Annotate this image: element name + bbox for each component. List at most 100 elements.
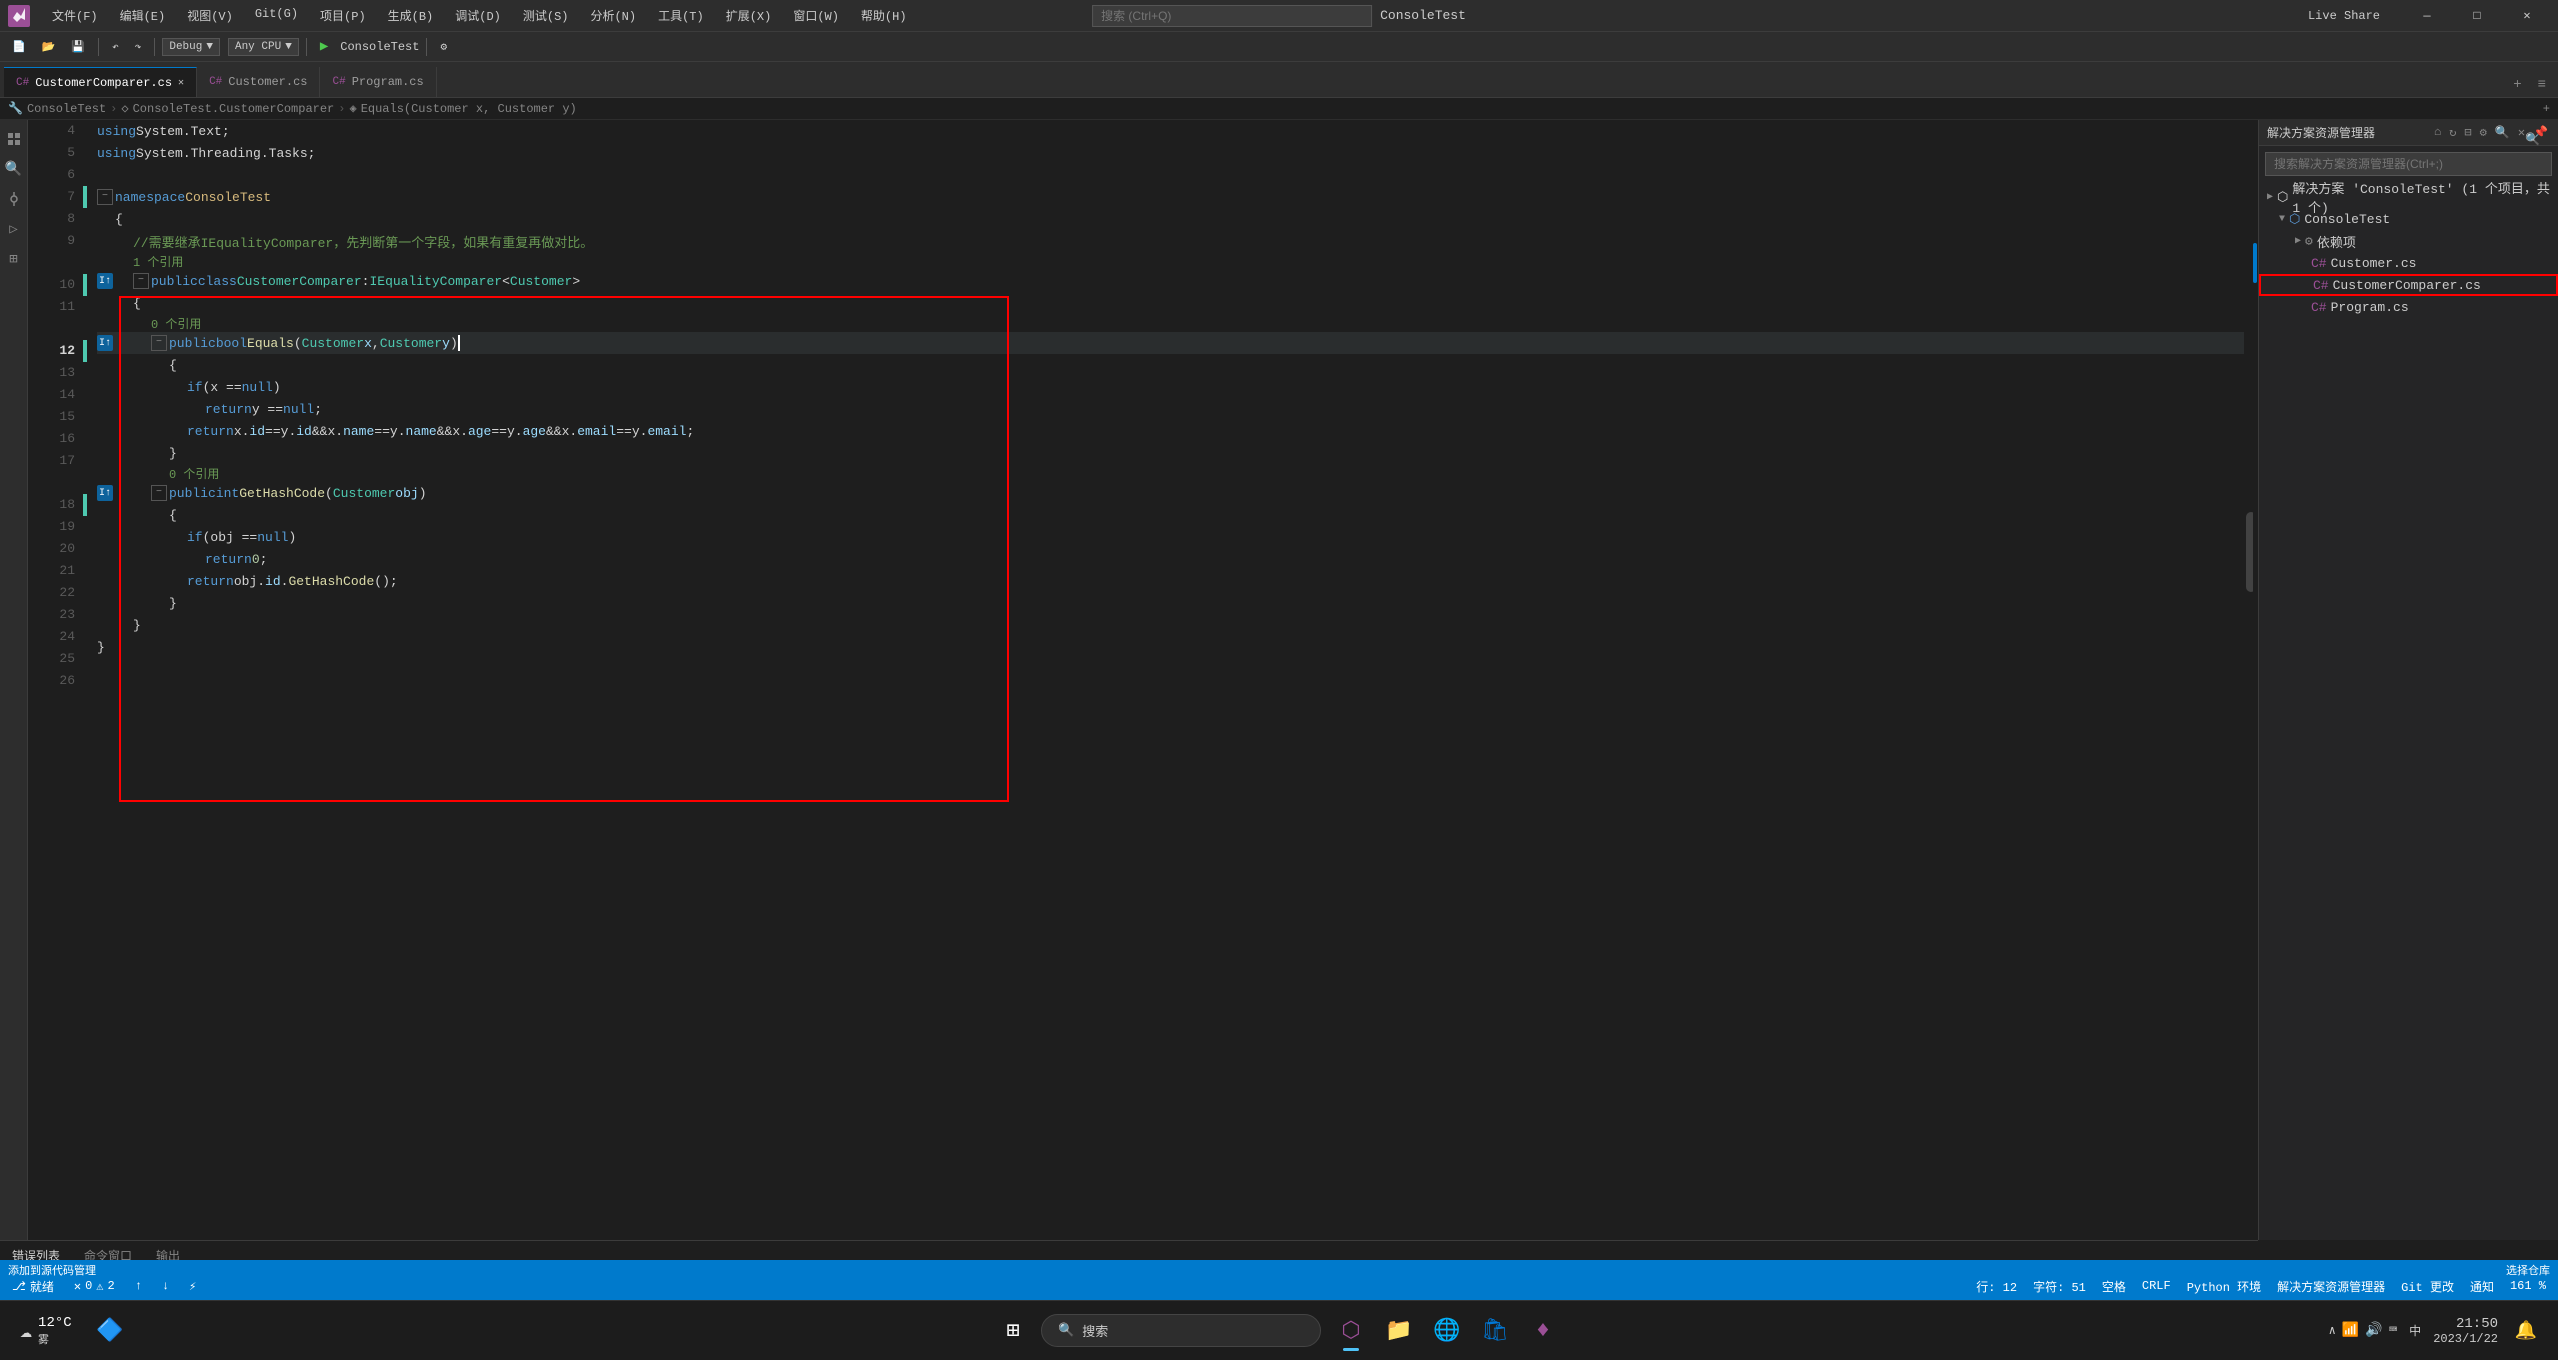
fold-18[interactable]: − [151, 485, 167, 501]
sidebar-explorer-icon[interactable] [3, 128, 25, 150]
select-repo-label[interactable]: 选择仓库 [2506, 1262, 2550, 1278]
menu-window[interactable]: 窗口(W) [783, 3, 849, 28]
taskbar-app-store[interactable]: 🛍 [1473, 1309, 1517, 1353]
current-date: 2023/1/22 [2433, 1332, 2498, 1346]
method-equals12: Equals [247, 336, 294, 351]
status-right: 行: 12 字符: 51 空格 CRLF Python 环境 解决方案资源管理器… [1972, 1278, 2550, 1295]
tree-file-customer-comparer[interactable]: C# CustomerComparer.cs [2259, 274, 2558, 296]
toolbar-more[interactable]: ⚙ [434, 38, 453, 56]
panel-icon-home[interactable]: ⌂ [2432, 123, 2443, 142]
menu-file[interactable]: 文件(F) [42, 3, 108, 28]
fold-12[interactable]: − [151, 335, 167, 351]
solution-search-input[interactable] [2265, 152, 2552, 176]
panel-icon-settings[interactable]: ⚙ [2478, 123, 2489, 142]
sidebar-search-icon[interactable]: 🔍 [3, 158, 25, 180]
menu-build[interactable]: 生成(B) [378, 3, 444, 28]
minimize-btn[interactable]: — [2404, 0, 2450, 32]
network-icon[interactable]: 📶 [2342, 1322, 2359, 1339]
breadcrumb-method[interactable]: Equals(Customer x, Customer y) [361, 102, 577, 116]
op16c: == [491, 424, 507, 439]
menu-edit[interactable]: 编辑(E) [110, 3, 176, 28]
menu-help[interactable]: 帮助(H) [851, 3, 917, 28]
status-git[interactable]: Git 更改 [2397, 1278, 2458, 1295]
tab-options-btn[interactable]: ≡ [2530, 77, 2554, 93]
status-line-ending[interactable]: CRLF [2138, 1279, 2175, 1293]
taskbar-tox-icon[interactable]: 🔷 [88, 1309, 132, 1353]
taskbar-search-box[interactable]: 🔍 搜索 [1041, 1314, 1321, 1347]
sidebar-debug-icon[interactable]: ▷ [3, 218, 25, 240]
sidebar-git-icon[interactable] [3, 188, 25, 210]
tree-file-customer[interactable]: C# Customer.cs [2259, 252, 2558, 274]
menu-git[interactable]: Git(G) [245, 3, 308, 28]
status-sol-exp[interactable]: 解决方案资源管理器 [2273, 1278, 2389, 1295]
taskbar-apps: ⬡ 📁 🌐 🛍 ♦ [1329, 1309, 1565, 1353]
menu-extend[interactable]: 扩展(X) [716, 3, 782, 28]
tree-file-program[interactable]: C# Program.cs [2259, 296, 2558, 318]
taskbar-app-explorer[interactable]: 📁 [1377, 1309, 1421, 1353]
breadcrumb-expand-btn[interactable]: + [2543, 102, 2550, 116]
taskbar-app-extra[interactable]: ♦ [1521, 1309, 1565, 1353]
volume-icon[interactable]: 🔊 [2365, 1322, 2382, 1339]
tab-program[interactable]: C# Program.cs [320, 67, 436, 97]
status-line[interactable]: 行: 12 [1972, 1278, 2021, 1295]
line-num-5: 5 [36, 142, 75, 164]
live-share-btn[interactable]: Live Share [2308, 9, 2380, 23]
add-tab-btn[interactable]: + [2505, 77, 2529, 93]
run-button[interactable]: ▶ [314, 36, 334, 57]
status-up-arrow[interactable]: ↑ [131, 1279, 146, 1293]
tab-customer-comparer[interactable]: C# CustomerComparer.cs ✕ [4, 67, 197, 97]
status-down-arrow[interactable]: ↓ [158, 1279, 173, 1293]
taskbar-app-edge[interactable]: 🌐 [1425, 1309, 1469, 1353]
breadcrumb-project[interactable]: ConsoleTest [27, 102, 106, 116]
right-scroll-thumb[interactable] [2253, 243, 2257, 283]
menu-project[interactable]: 项目(P) [310, 3, 376, 28]
status-errors[interactable]: ✕ 0 ⚠ 2 [70, 1279, 119, 1294]
toolbar-save[interactable]: 💾 [65, 38, 91, 56]
taskbar-app-vs[interactable]: ⬡ [1329, 1309, 1373, 1353]
tree-dep[interactable]: ▶ ⚙ 依赖项 [2259, 230, 2558, 252]
menu-debug[interactable]: 调试(D) [445, 3, 511, 28]
breadcrumb-class[interactable]: ConsoleTest.CustomerComparer [133, 102, 335, 116]
code-area[interactable]: using System.Text; using System.Threadin… [89, 120, 2258, 1240]
tree-solution[interactable]: ▶ ⬡ 解决方案 'ConsoleTest' (1 个项目，共 1 个) [2259, 186, 2558, 208]
status-branch[interactable]: ⎇ 就绪 [8, 1278, 58, 1295]
menu-test[interactable]: 测试(S) [513, 3, 579, 28]
cs-icon-1: C# [16, 77, 29, 89]
toolbar-new[interactable]: 📄 [6, 38, 32, 56]
status-warnings2[interactable]: ⚡ [185, 1279, 200, 1294]
maximize-btn[interactable]: □ [2454, 0, 2500, 32]
fold-7[interactable]: − [97, 189, 113, 205]
toolbar-redo[interactable]: ↷ [129, 38, 148, 56]
tab-customer[interactable]: C# Customer.cs [197, 67, 320, 97]
tab-close-1[interactable]: ✕ [178, 77, 184, 89]
taskbar-center: ⊞ 🔍 搜索 ⬡ 📁 🌐 🛍 ♦ [993, 1309, 1565, 1353]
keyboard-icon[interactable]: ⌨ [2389, 1322, 2397, 1339]
sidebar-extensions-icon[interactable]: ⊞ [3, 248, 25, 270]
status-notify[interactable]: 通知 [2466, 1278, 2498, 1295]
menu-view[interactable]: 视图(V) [177, 3, 243, 28]
close-btn[interactable]: ✕ [2504, 0, 2550, 32]
fold-10[interactable]: − [133, 273, 149, 289]
time-display[interactable]: 21:50 2023/1/22 [2433, 1316, 2498, 1346]
debug-config-dropdown[interactable]: Debug ▼ [162, 38, 220, 56]
cpu-config-dropdown[interactable]: Any CPU ▼ [228, 38, 299, 56]
search-input[interactable] [1092, 5, 1372, 27]
status-zoom[interactable]: 161 % [2506, 1279, 2550, 1293]
panel-icon-refresh[interactable]: ↻ [2447, 123, 2458, 142]
status-env[interactable]: Python 环境 [2183, 1278, 2265, 1295]
add-source-label[interactable]: 添加到源代码管理 [8, 1262, 96, 1278]
taskbar-notify-btn[interactable]: 🔔 [2506, 1311, 2546, 1351]
menu-analyze[interactable]: 分析(N) [580, 3, 646, 28]
status-char[interactable]: 字符: 51 [2029, 1278, 2090, 1295]
menu-tools[interactable]: 工具(T) [648, 3, 714, 28]
param-x12: x [364, 336, 372, 351]
toolbar-undo[interactable]: ↶ [106, 38, 125, 56]
prop-age16b: age [523, 424, 546, 439]
right-scroll-track[interactable] [2253, 240, 2258, 1152]
taskbar-windows-btn[interactable]: ⊞ [993, 1311, 1033, 1351]
toolbar-open[interactable]: 📂 [36, 38, 62, 56]
panel-icon-collapse[interactable]: ⊟ [2462, 123, 2473, 142]
status-space[interactable]: 空格 [2098, 1278, 2130, 1295]
tray-up-icon[interactable]: ∧ [2329, 1323, 2336, 1338]
panel-icon-search2[interactable]: 🔍 [2493, 123, 2512, 142]
